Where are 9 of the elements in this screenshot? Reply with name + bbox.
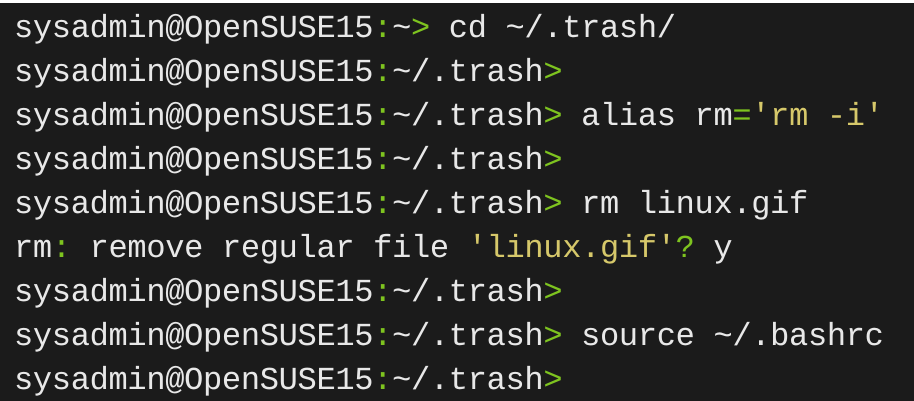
terminal-line: sysadmin@OpenSUSE15:~/.trash> rm linux.gif [14, 185, 808, 225]
terminal-line: rm: remove regular file 'linux.gif'? y [14, 229, 732, 269]
terminal-line: sysadmin@OpenSUSE15:~/.trash> alias rm='rm -i' [14, 97, 884, 137]
terminal-line: sysadmin@OpenSUSE15:~/.trash> [14, 361, 562, 401]
terminal-line: sysadmin@OpenSUSE15:~/.trash> [14, 273, 562, 313]
terminal-line: sysadmin@OpenSUSE15:~/.trash> source ~/.bashrc [14, 317, 884, 357]
terminal-line: sysadmin@OpenSUSE15:~/.trash> [14, 53, 562, 93]
terminal-line: sysadmin@OpenSUSE15:~> cd ~/.trash/ [14, 9, 676, 49]
terminal-line: sysadmin@OpenSUSE15:~/.trash> [14, 141, 562, 181]
